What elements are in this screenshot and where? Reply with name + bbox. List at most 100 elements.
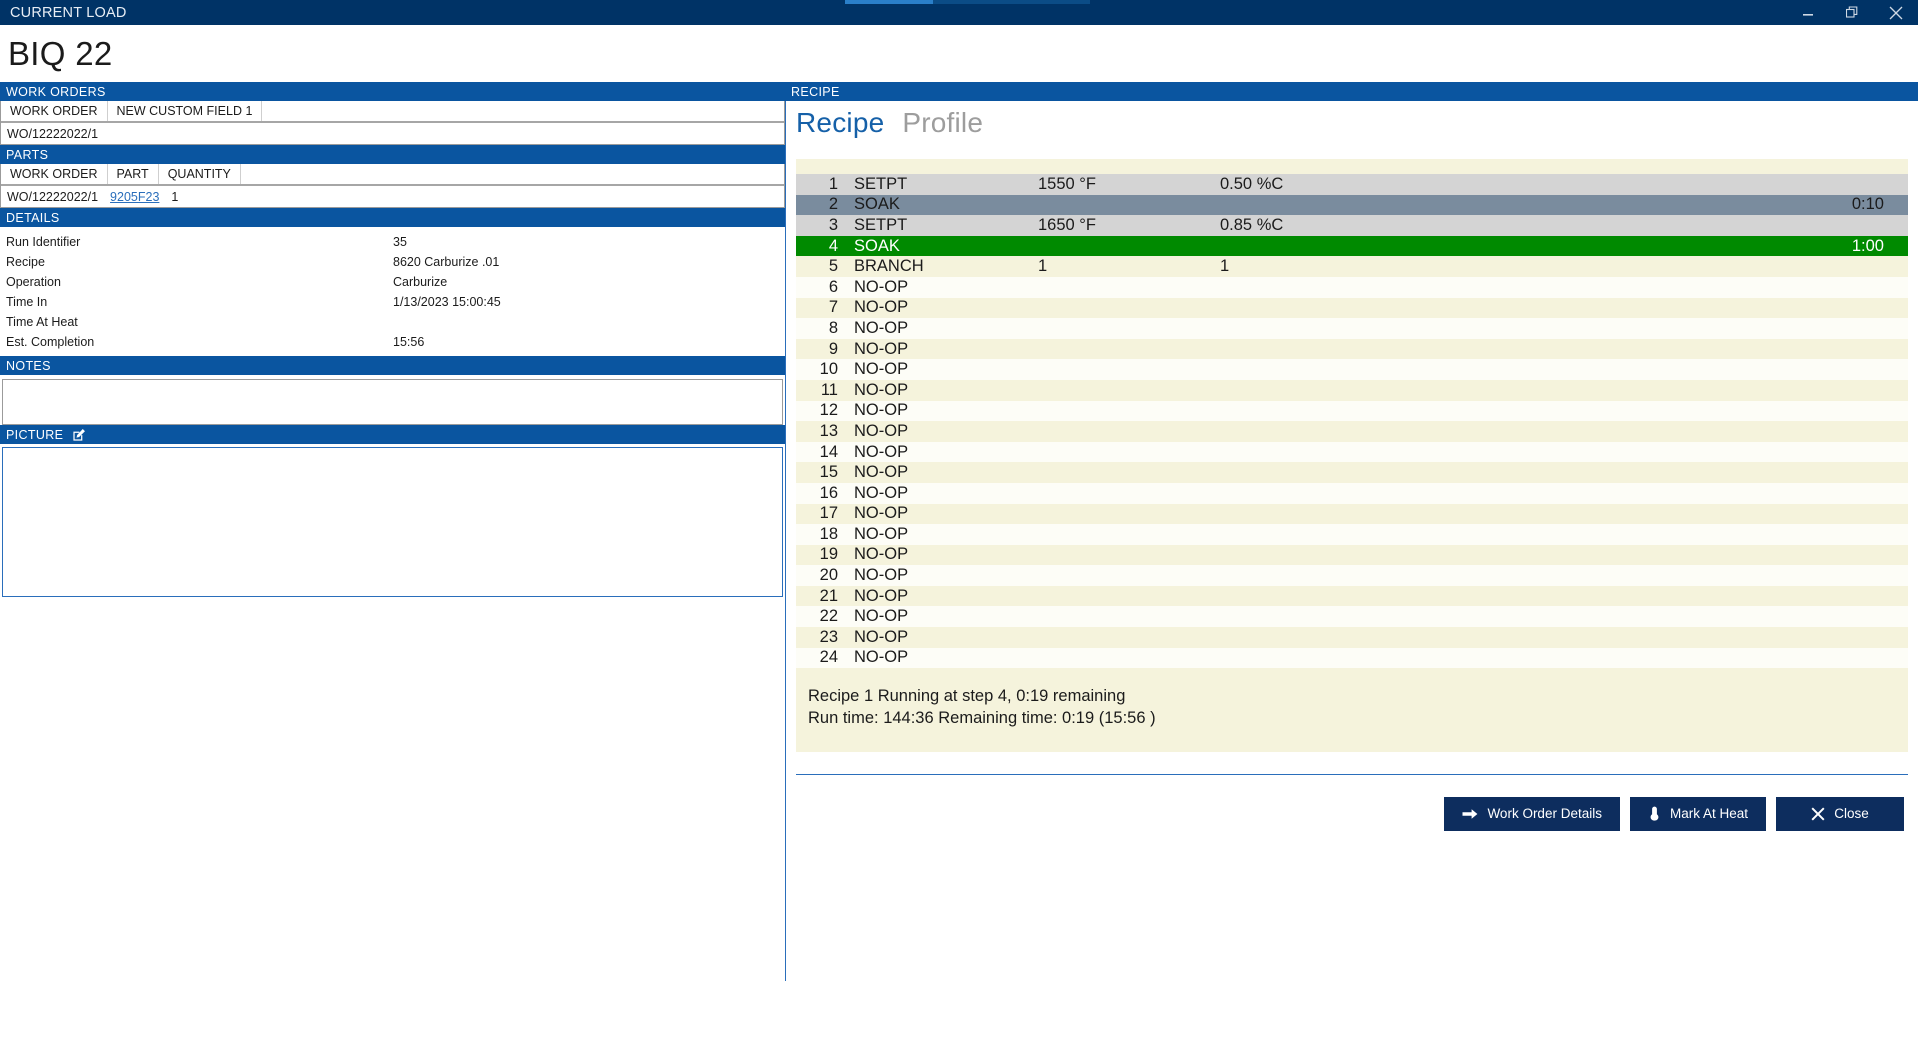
recipe-step-row[interactable]: 12 NO-OP <box>796 400 1908 422</box>
section-header-details: DETAILS <box>0 208 785 227</box>
recipe-step-operation: SOAK <box>854 236 900 255</box>
mark-at-heat-label: Mark At Heat <box>1669 806 1748 822</box>
column-header-quantity[interactable]: QUANTITY <box>159 164 241 184</box>
column-header-work-order[interactable]: WORK ORDER <box>1 101 108 121</box>
recipe-step-row[interactable]: 21 NO-OP <box>796 585 1908 607</box>
notes-box <box>2 379 783 425</box>
section-header-work-orders: WORK ORDERS <box>0 82 785 101</box>
work-orders-table-row[interactable]: WO/12222022/1 <box>1 123 784 144</box>
recipe-step-row[interactable]: 18 NO-OP <box>796 524 1908 545</box>
recipe-step-number: 10 <box>819 360 838 379</box>
recipe-step-row[interactable]: 23 NO-OP <box>796 627 1908 648</box>
notes-input[interactable] <box>3 380 782 424</box>
recipe-step-number: 3 <box>828 215 838 234</box>
recipe-step-operation: NO-OP <box>854 339 909 358</box>
recipe-steps-card: 1 SETPT 1550 °F 0.50 %C 2 SOAK 0:10 3 SETPT 1650 … <box>796 159 1908 752</box>
recipe-body: Recipe Profile 1 SETPT 1550 °F 0.50 %C 2 SOAK… <box>785 101 1918 981</box>
minimize-button[interactable] <box>1786 0 1830 25</box>
recipe-step-number: 21 <box>819 586 838 605</box>
recipe-step-number: 12 <box>819 401 838 420</box>
arrow-right-icon <box>1462 807 1478 821</box>
recipe-step-number: 1 <box>828 174 838 193</box>
recipe-step-row[interactable]: 8 NO-OP <box>796 318 1908 339</box>
parts-grid: WORK ORDER PART QUANTITY WO/12222022/1 9… <box>0 164 785 208</box>
recipe-step-operation: SETPT <box>854 174 908 193</box>
column-header-part[interactable]: PART <box>108 164 159 184</box>
recipe-step-row[interactable]: 3 SETPT 1650 °F 0.85 %C <box>796 215 1908 236</box>
section-title-parts: PARTS <box>6 147 49 162</box>
recipe-step-row[interactable]: 14 NO-OP <box>796 441 1908 463</box>
recipe-step-row[interactable]: 2 SOAK 0:10 <box>796 194 1908 216</box>
recipe-step-number: 13 <box>819 421 838 440</box>
detail-label: Run Identifier <box>6 235 81 249</box>
titlebar-progress-indicator <box>845 0 1090 4</box>
recipe-step-operation: SETPT <box>854 215 908 234</box>
recipe-step-row[interactable]: 11 NO-OP <box>796 379 1908 401</box>
recipe-step-number: 17 <box>819 504 838 523</box>
section-header-picture: PICTURE <box>0 425 785 444</box>
recipe-step-operation: NO-OP <box>854 545 909 564</box>
work-order-details-button[interactable]: Work Order Details <box>1444 796 1620 831</box>
detail-row-time-in: Time In 1/13/2023 15:00:45 <box>0 292 785 312</box>
recipe-status-line-1: Recipe 1 Running at step 4, 0:19 remaini… <box>808 687 1126 706</box>
recipe-step-row[interactable]: 15 NO-OP <box>796 462 1908 483</box>
column-header-new-custom-field-1[interactable]: NEW CUSTOM FIELD 1 <box>108 101 263 121</box>
window-controls <box>1786 0 1918 25</box>
recipe-step-operation: NO-OP <box>854 421 909 440</box>
restore-button[interactable] <box>1830 0 1874 25</box>
recipe-step-row[interactable]: 5 BRANCH 1 1 <box>796 256 1908 277</box>
section-title-notes: NOTES <box>6 358 51 373</box>
recipe-step-operation: SOAK <box>854 195 900 214</box>
recipe-step-operation: BRANCH <box>854 257 924 276</box>
recipe-step-operation: NO-OP <box>854 504 909 523</box>
details-list: Run Identifier 35 Recipe 8620 Carburize … <box>0 227 785 356</box>
recipe-step-number: 6 <box>828 277 838 296</box>
recipe-step-row[interactable]: 4 SOAK 1:00 <box>796 235 1908 257</box>
recipe-step-number: 22 <box>819 607 838 626</box>
page-heading: BIQ 22 <box>0 25 1918 82</box>
footer-actions: Work Order Details Mark At Heat Close <box>796 775 1918 831</box>
picture-preview-area[interactable] <box>2 447 783 597</box>
right-panel: RECIPE Recipe Profile 1 SETPT 1550 °F 0.50 … <box>785 82 1918 981</box>
recipe-step-row[interactable]: 16 NO-OP <box>796 482 1908 504</box>
recipe-step-row[interactable]: 22 NO-OP <box>796 606 1908 628</box>
close-x-icon <box>1811 807 1825 821</box>
recipe-step-row[interactable]: 24 NO-OP <box>796 647 1908 669</box>
parts-grid-header: WORK ORDER PART QUANTITY <box>1 164 784 186</box>
detail-value: 35 <box>393 235 407 249</box>
recipe-step-row[interactable]: 6 NO-OP <box>796 276 1908 298</box>
section-header-notes: NOTES <box>0 356 785 375</box>
cell-part-link[interactable]: 9205F23 <box>104 190 165 204</box>
recipe-step-row[interactable]: 1 SETPT 1550 °F 0.50 %C <box>796 174 1908 195</box>
recipe-step-time: 1:00 <box>1851 236 1884 255</box>
tab-profile[interactable]: Profile <box>902 107 983 139</box>
recipe-step-row[interactable]: 13 NO-OP <box>796 421 1908 442</box>
tab-recipe[interactable]: Recipe <box>796 107 884 139</box>
thermometer-icon <box>1648 806 1661 821</box>
detail-row-time-at-heat: Time At Heat <box>0 312 785 332</box>
cell-quantity: 1 <box>171 189 179 204</box>
recipe-step-row[interactable]: 17 NO-OP <box>796 503 1908 525</box>
recipe-step-operation: NO-OP <box>854 524 909 543</box>
page-title: BIQ 22 <box>8 34 113 72</box>
recipe-step-row[interactable]: 20 NO-OP <box>796 565 1908 586</box>
recipe-step-row[interactable]: 9 NO-OP <box>796 338 1908 360</box>
recipe-status-block: Recipe 1 Running at step 4, 0:19 remaini… <box>796 668 1908 752</box>
detail-label: Time In <box>6 295 48 309</box>
recipe-step-row[interactable]: 19 NO-OP <box>796 544 1908 566</box>
section-title-recipe: RECIPE <box>791 84 840 99</box>
detail-row-run-identifier: Run Identifier 35 <box>0 232 785 252</box>
work-orders-grid: WORK ORDER NEW CUSTOM FIELD 1 WO/1222202… <box>0 101 785 145</box>
recipe-step-row[interactable]: 7 NO-OP <box>796 297 1908 319</box>
close-button[interactable] <box>1874 0 1918 25</box>
work-order-details-label: Work Order Details <box>1487 806 1602 822</box>
recipe-step-operation: NO-OP <box>854 277 909 296</box>
recipe-step-operation: NO-OP <box>854 360 909 379</box>
recipe-step-row[interactable]: 10 NO-OP <box>796 359 1908 380</box>
close-dialog-button[interactable]: Close <box>1776 796 1904 831</box>
section-title-details: DETAILS <box>6 210 60 225</box>
mark-at-heat-button[interactable]: Mark At Heat <box>1629 796 1766 831</box>
column-header-parts-work-order[interactable]: WORK ORDER <box>1 164 108 184</box>
edit-pencil-icon[interactable] <box>72 428 86 442</box>
parts-table-row[interactable]: WO/12222022/1 9205F23 1 <box>1 186 784 207</box>
